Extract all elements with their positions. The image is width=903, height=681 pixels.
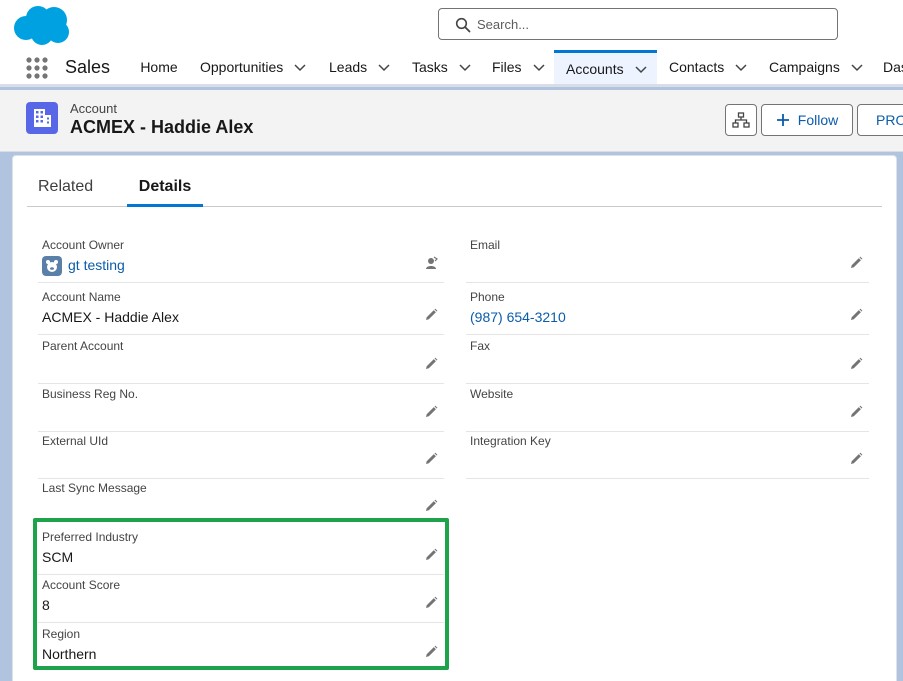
pencil-icon[interactable]: [424, 357, 438, 371]
pencil-icon[interactable]: [849, 308, 863, 322]
field-account-name: Account Name ACMEX - Haddie Alex: [38, 288, 444, 335]
pencil-icon[interactable]: [849, 405, 863, 419]
pencil-icon[interactable]: [424, 596, 438, 610]
field-label: Website: [470, 387, 514, 401]
field-region: Region Northern: [38, 625, 444, 672]
tab-label: Details: [138, 178, 192, 195]
nav-item-home[interactable]: Home: [128, 50, 190, 84]
field-business-reg-no: Business Reg No.: [38, 385, 444, 432]
field-external-uid: External UId: [38, 432, 444, 479]
hierarchy-icon: [732, 112, 750, 128]
promote-button-label: PROM: [876, 112, 903, 128]
record-type-label: Account: [70, 101, 117, 116]
app-name: Sales: [65, 57, 111, 77]
search-icon: [455, 17, 471, 33]
nav-item-label: Contacts: [669, 59, 725, 75]
app-launcher-icon[interactable]: [25, 56, 49, 80]
field-phone: Phone (987) 654-3210: [466, 288, 869, 335]
field-parent-account: Parent Account: [38, 337, 444, 384]
field-value: SCM: [42, 549, 74, 565]
tab-related[interactable]: Related: [38, 171, 93, 207]
nav-item-leads[interactable]: Leads: [329, 50, 391, 84]
global-search[interactable]: [438, 8, 838, 40]
plus-icon: [776, 114, 789, 126]
field-website: Website: [466, 385, 869, 432]
field-email: Email: [466, 236, 869, 283]
nav-item-accounts[interactable]: Accounts: [554, 50, 657, 84]
pencil-icon[interactable]: [424, 308, 438, 322]
field-label: Parent Account: [42, 339, 124, 353]
pencil-icon[interactable]: [849, 256, 863, 270]
field-label: Last Sync Message: [42, 481, 147, 495]
nav-item-label: Campaigns: [769, 59, 840, 75]
pencil-icon[interactable]: [424, 645, 438, 659]
chevron-down-icon[interactable]: [458, 60, 472, 74]
nav-item-dashboards[interactable]: Das: [883, 50, 903, 84]
field-account-score: Account Score 8: [38, 576, 444, 623]
field-label: Integration Key: [470, 434, 551, 448]
nav-item-label: Accounts: [566, 60, 624, 77]
app-nav-bar: Sales Home Opportunities Leads Tasks Fil…: [0, 50, 903, 87]
nav-item-files[interactable]: Files: [492, 50, 546, 84]
global-header: [0, 0, 903, 50]
nav-item-opportunities[interactable]: Opportunities: [200, 50, 307, 84]
field-account-owner: Account Owner gt testing: [38, 236, 444, 283]
field-label: Email: [470, 238, 501, 252]
change-owner-icon[interactable]: [424, 256, 438, 270]
view-hierarchy-button[interactable]: [725, 104, 757, 136]
field-preferred-industry: Preferred Industry SCM: [38, 528, 444, 575]
nav-item-label: Opportunities: [200, 59, 284, 75]
nav-item-campaigns[interactable]: Campaigns: [769, 50, 864, 84]
nav-item-label: Tasks: [412, 59, 448, 75]
record-title: ACMEX - Haddie Alex: [70, 117, 254, 137]
field-label: Account Name: [42, 290, 121, 304]
field-label: Business Reg No.: [42, 387, 139, 401]
nav-item-tasks[interactable]: Tasks: [412, 50, 472, 84]
record-tabs: Related Details: [27, 171, 882, 207]
salesforce-logo-icon[interactable]: [12, 4, 72, 46]
chevron-down-icon[interactable]: [850, 60, 864, 74]
avatar: [42, 256, 62, 276]
field-label: Fax: [470, 339, 491, 353]
nav-item-label: Home: [140, 59, 178, 75]
pencil-icon[interactable]: [849, 452, 863, 466]
follow-button-label: Follow: [797, 112, 839, 128]
tab-label: Related: [38, 178, 94, 195]
field-label: Account Score: [42, 578, 121, 592]
account-icon: [26, 102, 58, 134]
nav-item-label: Das: [883, 59, 903, 75]
nav-item-label: Files: [492, 59, 522, 75]
field-value: ACMEX - Haddie Alex: [42, 309, 179, 325]
details-card: Related Details Account Owner gt testing…: [12, 155, 897, 681]
follow-button[interactable]: Follow: [761, 104, 853, 136]
promote-button[interactable]: PROM: [857, 104, 903, 136]
record-header: Account ACMEX - Haddie Alex Follow PROM: [0, 90, 903, 152]
search-input[interactable]: [477, 12, 817, 36]
tab-details[interactable]: Details: [127, 171, 203, 207]
pencil-icon[interactable]: [424, 499, 438, 513]
phone-link[interactable]: (987) 654-3210: [470, 309, 566, 325]
pencil-icon[interactable]: [424, 452, 438, 466]
field-label: Preferred Industry: [42, 530, 139, 544]
field-label: Phone: [470, 290, 505, 304]
chevron-down-icon[interactable]: [293, 60, 307, 74]
chevron-down-icon[interactable]: [532, 60, 546, 74]
pencil-icon[interactable]: [849, 357, 863, 371]
field-last-sync-message: Last Sync Message: [38, 479, 444, 526]
nav-item-label: Leads: [329, 59, 368, 75]
account-owner-link[interactable]: gt testing: [68, 257, 125, 273]
field-value: 8: [42, 597, 50, 613]
chevron-down-icon[interactable]: [734, 60, 748, 74]
field-value: Northern: [42, 646, 97, 662]
field-fax: Fax: [466, 337, 869, 384]
field-label: Account Owner: [42, 238, 125, 252]
field-label: Region: [42, 627, 81, 641]
chevron-down-icon[interactable]: [377, 60, 391, 74]
pencil-icon[interactable]: [424, 405, 438, 419]
field-integration-key: Integration Key: [466, 432, 869, 479]
nav-item-contacts[interactable]: Contacts: [669, 50, 748, 84]
chevron-down-icon[interactable]: [634, 62, 648, 76]
field-label: External UId: [42, 434, 109, 448]
pencil-icon[interactable]: [424, 548, 438, 562]
